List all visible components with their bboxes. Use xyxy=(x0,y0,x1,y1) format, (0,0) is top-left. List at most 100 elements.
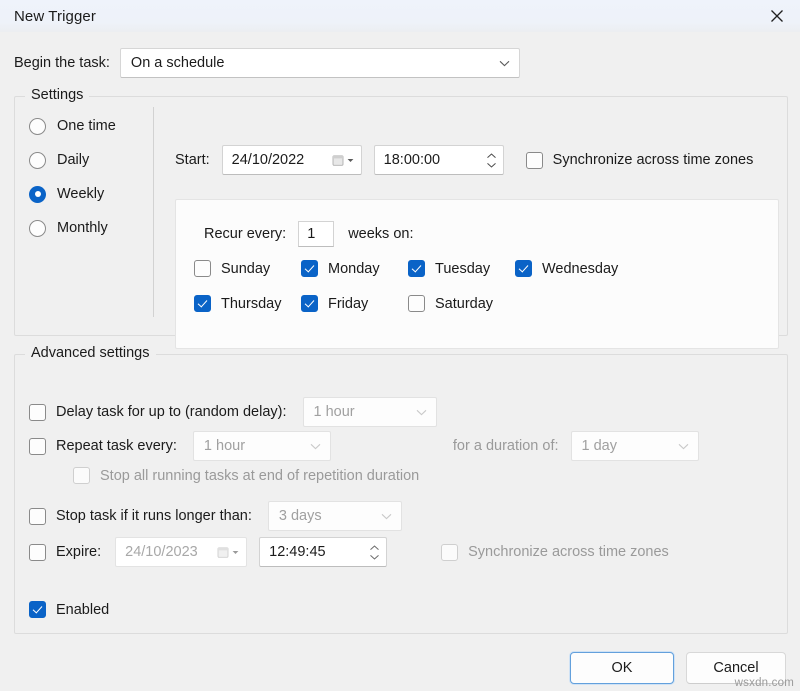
checkbox-indicator-checked xyxy=(515,260,532,277)
dialog-body: Begin the task: On a schedule Settings O… xyxy=(0,32,800,691)
expire-time-value: 12:49:45 xyxy=(269,544,369,560)
checkbox-tuesday[interactable]: Tuesday xyxy=(408,260,515,277)
checkbox-indicator xyxy=(408,295,425,312)
watermark: wsxdn.com xyxy=(735,677,794,689)
checkbox-expire[interactable]: Expire: xyxy=(29,544,101,561)
checkbox-stop-task-if-longer[interactable]: Stop task if it runs longer than: xyxy=(29,508,252,525)
title-bar: New Trigger xyxy=(0,0,800,32)
close-icon xyxy=(770,9,784,23)
ok-button[interactable]: OK xyxy=(570,652,674,684)
weekly-settings-panel: Recur every: 1 weeks on: Sunday Monday T… xyxy=(175,199,779,349)
start-date-picker[interactable]: 24/10/2022 xyxy=(222,145,362,175)
checkbox-delay-task[interactable]: Delay task for up to (random delay): xyxy=(29,404,287,421)
checkbox-indicator xyxy=(29,544,46,561)
radio-indicator xyxy=(29,152,46,169)
chevron-down-icon xyxy=(676,443,692,450)
enabled-row: Enabled xyxy=(29,601,109,618)
checkbox-wednesday[interactable]: Wednesday xyxy=(515,260,635,277)
spinner-up-down-icon[interactable] xyxy=(486,153,499,168)
checkbox-label: Synchronize across time zones xyxy=(468,544,669,560)
checkbox-indicator xyxy=(526,152,543,169)
radio-weekly[interactable]: Weekly xyxy=(29,177,149,211)
checkbox-indicator xyxy=(441,544,458,561)
checkbox-label: Sunday xyxy=(221,261,270,277)
checkbox-repeat-task[interactable]: Repeat task every: xyxy=(29,438,177,455)
radio-monthly[interactable]: Monthly xyxy=(29,211,149,245)
checkbox-enabled[interactable]: Enabled xyxy=(29,601,109,618)
delay-task-value: 1 hour xyxy=(314,404,414,420)
checkbox-label: Expire: xyxy=(56,544,101,560)
checkbox-friday[interactable]: Friday xyxy=(301,295,408,312)
radio-label: Daily xyxy=(57,152,89,168)
checkbox-indicator-checked xyxy=(194,295,211,312)
checkbox-label: Friday xyxy=(328,296,368,312)
checkbox-monday[interactable]: Monday xyxy=(301,260,408,277)
expire-date-picker[interactable]: 24/10/2023 xyxy=(115,537,247,567)
checkbox-indicator xyxy=(194,260,211,277)
begin-task-label: Begin the task: xyxy=(14,55,110,71)
checkbox-label: Stop all running tasks at end of repetit… xyxy=(100,468,419,484)
start-time-spinner[interactable]: 18:00:00 xyxy=(374,145,504,175)
radio-indicator xyxy=(29,118,46,135)
checkbox-indicator xyxy=(73,467,90,484)
checkbox-thursday[interactable]: Thursday xyxy=(194,295,301,312)
start-date-value: 24/10/2022 xyxy=(232,152,332,168)
checkbox-label: Enabled xyxy=(56,602,109,618)
radio-one-time[interactable]: One time xyxy=(29,109,149,143)
checkbox-expire-synchronize-across-time-zones[interactable]: Synchronize across time zones xyxy=(441,544,669,561)
checkbox-label: Synchronize across time zones xyxy=(553,152,754,168)
calendar-icon[interactable] xyxy=(332,154,357,167)
chevron-down-icon xyxy=(414,409,430,416)
repeat-duration-combobox[interactable]: 1 day xyxy=(571,431,699,461)
close-button[interactable] xyxy=(754,0,800,32)
begin-task-row: Begin the task: On a schedule xyxy=(14,48,520,78)
recur-every-label: Recur every: xyxy=(204,226,286,242)
settings-group-title: Settings xyxy=(25,87,89,103)
chevron-down-icon xyxy=(497,60,513,67)
start-row: Start: 24/10/2022 18:00:00 xyxy=(175,145,753,175)
radio-indicator-selected xyxy=(29,186,46,203)
checkbox-indicator xyxy=(29,438,46,455)
checkbox-sunday[interactable]: Sunday xyxy=(194,260,301,277)
begin-task-value: On a schedule xyxy=(131,55,497,71)
advanced-settings-group-title: Advanced settings xyxy=(25,345,156,361)
duration-label: for a duration of: xyxy=(453,438,559,454)
settings-divider xyxy=(153,107,154,317)
checkbox-indicator xyxy=(29,508,46,525)
checkbox-saturday[interactable]: Saturday xyxy=(408,295,515,312)
checkbox-label: Monday xyxy=(328,261,380,277)
start-time-value: 18:00:00 xyxy=(384,152,486,168)
checkbox-indicator xyxy=(29,404,46,421)
weeks-on-label: weeks on: xyxy=(348,226,413,242)
window-title: New Trigger xyxy=(14,8,96,25)
checkbox-indicator-checked xyxy=(29,601,46,618)
synchronize-across-time-zones-checkbox[interactable]: Synchronize across time zones xyxy=(526,152,754,169)
schedule-type-radio-group: One time Daily Weekly Monthly xyxy=(29,109,149,245)
expire-row: Expire: 24/10/2023 12:49:45 xyxy=(29,537,669,567)
expire-date-value: 24/10/2023 xyxy=(125,544,217,560)
expire-time-spinner[interactable]: 12:49:45 xyxy=(259,537,387,567)
spinner-up-down-icon[interactable] xyxy=(369,545,382,560)
calendar-icon[interactable] xyxy=(217,546,242,559)
delay-task-combobox[interactable]: 1 hour xyxy=(303,397,437,427)
stop-task-duration-combobox[interactable]: 3 days xyxy=(268,501,402,531)
repeat-duration-value: 1 day xyxy=(582,438,676,454)
checkbox-label: Saturday xyxy=(435,296,493,312)
weekday-row-one: Sunday Monday Tuesday Wednesday xyxy=(194,260,635,277)
chevron-down-icon xyxy=(308,443,324,450)
checkbox-stop-all-running-tasks[interactable]: Stop all running tasks at end of repetit… xyxy=(73,467,419,484)
recur-every-row: Recur every: 1 weeks on: xyxy=(204,221,414,247)
repeat-interval-combobox[interactable]: 1 hour xyxy=(193,431,331,461)
radio-indicator xyxy=(29,220,46,237)
recur-every-input[interactable]: 1 xyxy=(298,221,334,247)
radio-label: One time xyxy=(57,118,116,134)
checkbox-indicator-checked xyxy=(301,295,318,312)
checkbox-label: Tuesday xyxy=(435,261,490,277)
checkbox-label: Wednesday xyxy=(542,261,618,277)
stop-task-duration-value: 3 days xyxy=(279,508,379,524)
checkbox-label: Delay task for up to (random delay): xyxy=(56,404,287,420)
radio-daily[interactable]: Daily xyxy=(29,143,149,177)
checkbox-label: Stop task if it runs longer than: xyxy=(56,508,252,524)
delay-task-row: Delay task for up to (random delay): 1 h… xyxy=(29,397,437,427)
begin-task-combobox[interactable]: On a schedule xyxy=(120,48,520,78)
